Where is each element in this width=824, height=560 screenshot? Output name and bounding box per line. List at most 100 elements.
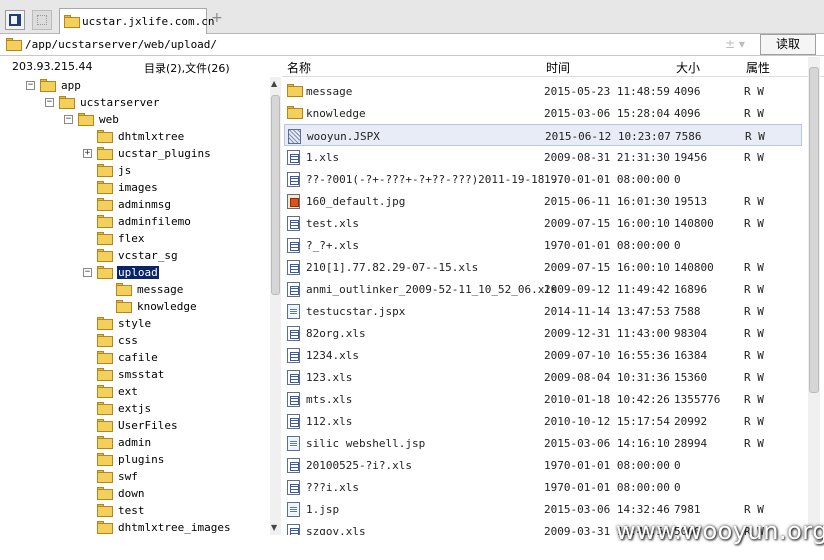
collapse-toggle-icon[interactable]: − (26, 81, 35, 90)
file-row[interactable]: knowledge 2015-03-06 15:28:04 4096 R W (284, 102, 802, 124)
tree-item[interactable]: − web (0, 112, 268, 129)
tree-item[interactable]: plugins (0, 452, 268, 469)
secondary-panel-button[interactable] (32, 10, 52, 30)
file-row[interactable]: ???i.xls 1970-01-01 08:00:00 0 (284, 476, 802, 498)
tree-item[interactable]: vcstar_sg (0, 248, 268, 265)
address-bar: /app/ucstarserver/web/upload/ ± ▾ 读取 (0, 34, 824, 56)
file-row[interactable]: test.xls 2009-07-15 16:00:10 140800 R W (284, 212, 802, 234)
column-time-header[interactable]: 时间 (546, 59, 570, 76)
xls-file-icon (287, 326, 300, 341)
collapse-toggle-icon[interactable]: − (45, 98, 54, 107)
file-attr: R W (744, 151, 764, 164)
tree-item[interactable]: extjs (0, 401, 268, 418)
tree-item[interactable]: − app (0, 78, 268, 95)
file-row[interactable]: message 2015-05-23 11:48:59 4096 R W (284, 80, 802, 102)
tree-item[interactable]: css (0, 333, 268, 350)
file-row[interactable]: mts.xls 2010-01-18 10:42:26 1355776 R W (284, 388, 802, 410)
file-row[interactable]: 82org.xls 2009-12-31 11:43:00 98304 R W (284, 322, 802, 344)
file-time: 2010-01-18 10:42:26 (544, 393, 670, 406)
tree-item[interactable]: knowledge (0, 299, 268, 316)
file-row[interactable]: 1234.xls 2009-07-10 16:55:36 16384 R W (284, 344, 802, 366)
path-history-dropdown-icon[interactable]: ± ▾ (725, 37, 745, 51)
scroll-up-icon[interactable]: ▲ (271, 79, 277, 88)
folder-icon (97, 470, 113, 483)
scroll-down-icon[interactable]: ▼ (271, 523, 277, 532)
file-list-scrollbar[interactable] (808, 57, 820, 535)
file-attr: R W (744, 195, 764, 208)
tree-item[interactable]: ext (0, 384, 268, 401)
tree-item-label: knowledge (137, 300, 197, 313)
jspx-file-icon (288, 129, 301, 144)
folder-icon (97, 147, 113, 160)
column-size-header[interactable]: 大小 (676, 59, 700, 76)
file-name: ???i.xls (306, 481, 359, 494)
tree-item[interactable]: + ucstar_plugins (0, 146, 268, 163)
tree-item[interactable]: adminfilemo (0, 214, 268, 231)
file-time: 2015-06-12 10:23:07 (545, 130, 671, 143)
panel-toggle-button[interactable] (5, 10, 25, 30)
tree-item[interactable]: smsstat (0, 367, 268, 384)
tree-item[interactable]: flex (0, 231, 268, 248)
tree-item[interactable]: − ucstarserver (0, 95, 268, 112)
file-row[interactable]: testucstar.jspx 2014-11-14 13:47:53 7588 R … (284, 300, 802, 322)
file-name: ??-?001(-?+-???+-?+??-???)2011-19-18... (306, 173, 565, 186)
tree-item[interactable]: test (0, 503, 268, 520)
file-name: 1.xls (306, 151, 340, 164)
tree-item-label: web (99, 113, 119, 126)
file-name: 82org.xls (306, 327, 366, 340)
file-row[interactable]: 112.xls 2010-10-12 15:17:54 20992 R W (284, 410, 802, 432)
column-name-header[interactable]: 名称 (287, 59, 311, 76)
folder-icon (116, 300, 132, 313)
tree-item[interactable]: images (0, 180, 268, 197)
jsp-file-icon (287, 502, 300, 517)
tree-item[interactable]: message (0, 282, 268, 299)
file-size: 0 (674, 239, 681, 252)
file-time: 2009-12-31 11:43:00 (544, 327, 670, 340)
tree-item[interactable]: style (0, 316, 268, 333)
tab-active[interactable]: ucstar.jxlife.com.cn (59, 8, 214, 34)
tree-item[interactable]: dhtmlxtree (0, 129, 268, 146)
xls-file-icon (287, 172, 300, 187)
expand-toggle-icon[interactable]: + (83, 149, 92, 158)
file-row[interactable]: ?_?+.xls 1970-01-01 08:00:00 0 (284, 234, 802, 256)
file-row[interactable]: anmi_outlinker_2009-52-11_10_52_06.xls 20… (284, 278, 802, 300)
tree-item[interactable]: dhtmlxtree_images (0, 520, 268, 535)
file-row[interactable]: 210[1].77.82.29-07--15.xls 2009-07-15 16:… (284, 256, 802, 278)
xls-file-icon (287, 282, 300, 297)
file-time: 2009-08-04 10:31:36 (544, 371, 670, 384)
file-attr: R W (744, 283, 764, 296)
collapse-toggle-icon[interactable]: − (83, 268, 92, 277)
tree-item[interactable]: down (0, 486, 268, 503)
read-button[interactable]: 读取 (760, 34, 816, 55)
collapse-toggle-icon[interactable]: − (64, 115, 73, 124)
tree-item-label: images (118, 181, 158, 194)
column-attr-header[interactable]: 属性 (746, 59, 770, 76)
file-row[interactable]: 1.xls 2009-08-31 21:31:30 19456 R W (284, 146, 802, 168)
file-row[interactable]: wooyun.JSPX 2015-06-12 10:23:07 7586 R W (284, 124, 802, 146)
tree-item[interactable]: adminmsg (0, 197, 268, 214)
file-row[interactable]: 160_default.jpg 2015-06-11 16:01:30 19513 R… (284, 190, 802, 212)
scroll-thumb[interactable] (271, 95, 280, 295)
tree-item-label: message (137, 283, 184, 296)
scroll-thumb[interactable] (809, 67, 819, 393)
new-tab-button[interactable]: + (211, 10, 223, 26)
file-row[interactable]: 123.xls 2009-08-04 10:31:36 15360 R W (284, 366, 802, 388)
xls-file-icon (287, 392, 300, 407)
path-input[interactable]: /app/ucstarserver/web/upload/ (25, 38, 217, 51)
tree-item[interactable]: swf (0, 469, 268, 486)
tree-scrollbar[interactable]: ▲ ▼ (270, 77, 281, 535)
file-name: message (306, 85, 353, 98)
file-row[interactable]: silic webshell.jsp 2015-03-06 14:16:10 289… (284, 432, 802, 454)
tree-item[interactable]: UserFiles (0, 418, 268, 435)
tree-item-label: plugins (118, 453, 165, 466)
tree-item[interactable]: admin (0, 435, 268, 452)
folder-icon (6, 38, 22, 51)
tree-item[interactable]: − upload (0, 265, 268, 282)
file-size: 4096 (674, 85, 701, 98)
tree-item[interactable]: js (0, 163, 268, 180)
file-row[interactable]: 20100525-?i?.xls 1970-01-01 08:00:00 0 (284, 454, 802, 476)
tree-item[interactable]: cafile (0, 350, 268, 367)
file-name: test.xls (306, 217, 359, 230)
tree-item-label: adminfilemo (118, 215, 191, 228)
file-row[interactable]: ??-?001(-?+-???+-?+??-???)2011-19-18... 1… (284, 168, 802, 190)
